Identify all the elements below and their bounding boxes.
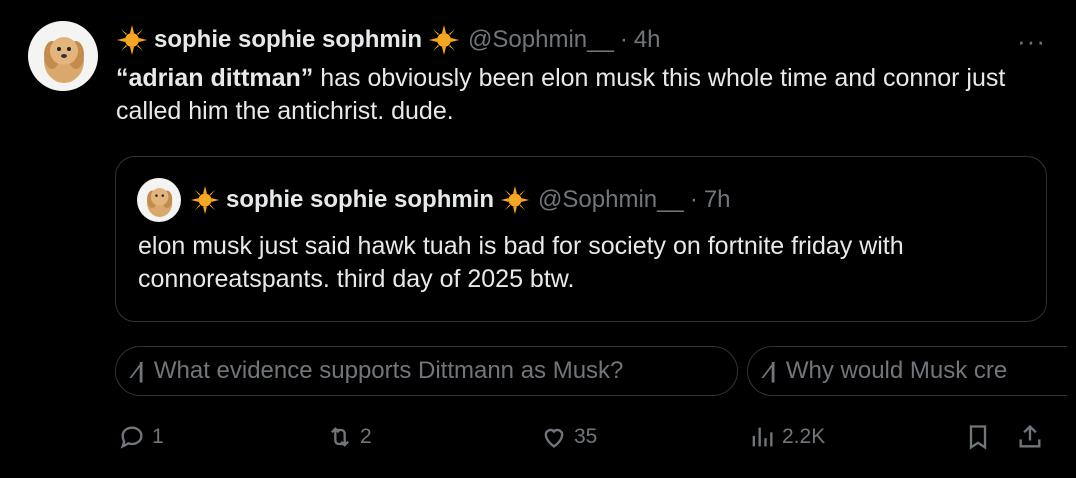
views-icon <box>752 427 773 447</box>
share-icon <box>1019 424 1041 448</box>
post-text-bold: “adrian dittman” <box>116 64 314 92</box>
quoted-header: sophie sophie sophmin @Sophmin__ · 7h <box>190 184 731 216</box>
quoted-avatar <box>137 178 181 222</box>
post-text: “adrian dittman” has obviously been elon… <box>116 62 1016 128</box>
grok-suggestion-label: What evidence supports Dittmann as Musk? <box>153 357 624 384</box>
display-name[interactable]: sophie sophie sophmin <box>154 26 422 54</box>
like-count: 35 <box>574 425 598 448</box>
share-button[interactable] <box>1016 422 1050 452</box>
grok-suggestion-chip[interactable]: ⁄| What evidence supports Dittmann as Mu… <box>115 346 738 396</box>
reply-button[interactable]: 1 <box>118 422 164 452</box>
quoted-text: elon musk just said hawk tuah is bad for… <box>138 232 904 293</box>
like-button[interactable]: 35 <box>540 422 597 452</box>
grok-suggestion-chip[interactable]: ⁄| Why would Musk cre <box>747 346 1067 396</box>
bookmark-button[interactable] <box>964 422 998 452</box>
more-icon[interactable]: ··· <box>1017 26 1046 57</box>
separator-dot: · <box>619 26 628 53</box>
sun-emoji-icon <box>428 24 460 56</box>
bookmark-icon <box>969 425 987 450</box>
grok-icon: ⁄| <box>134 358 144 383</box>
grok-icon: ⁄| <box>766 358 776 383</box>
sun-emoji-icon <box>116 24 148 56</box>
reply-icon <box>120 426 143 449</box>
quoted-display-name: sophie sophie sophmin <box>226 186 495 213</box>
separator-dot: · <box>689 186 698 213</box>
quoted-timestamp: 7h <box>703 186 731 213</box>
grok-suggestion-label: Why would Musk cre <box>785 357 1008 384</box>
reply-count: 1 <box>152 425 164 448</box>
user-handle[interactable]: @Sophmin__ <box>468 26 614 54</box>
sun-emoji-icon <box>500 185 530 215</box>
repost-button[interactable]: 2 <box>326 422 372 452</box>
post-header: sophie sophie sophmin @Sophmin__ · 4h <box>116 24 661 56</box>
repost-icon <box>331 427 349 447</box>
like-icon <box>544 428 564 448</box>
repost-count: 2 <box>360 425 372 448</box>
views-button[interactable]: 2.2K <box>748 422 825 452</box>
post-timestamp[interactable]: 4h <box>634 26 661 54</box>
avatar[interactable] <box>28 21 98 91</box>
views-count: 2.2K <box>782 425 826 448</box>
sun-emoji-icon <box>190 185 220 215</box>
quoted-handle: @Sophmin__ <box>538 186 684 213</box>
